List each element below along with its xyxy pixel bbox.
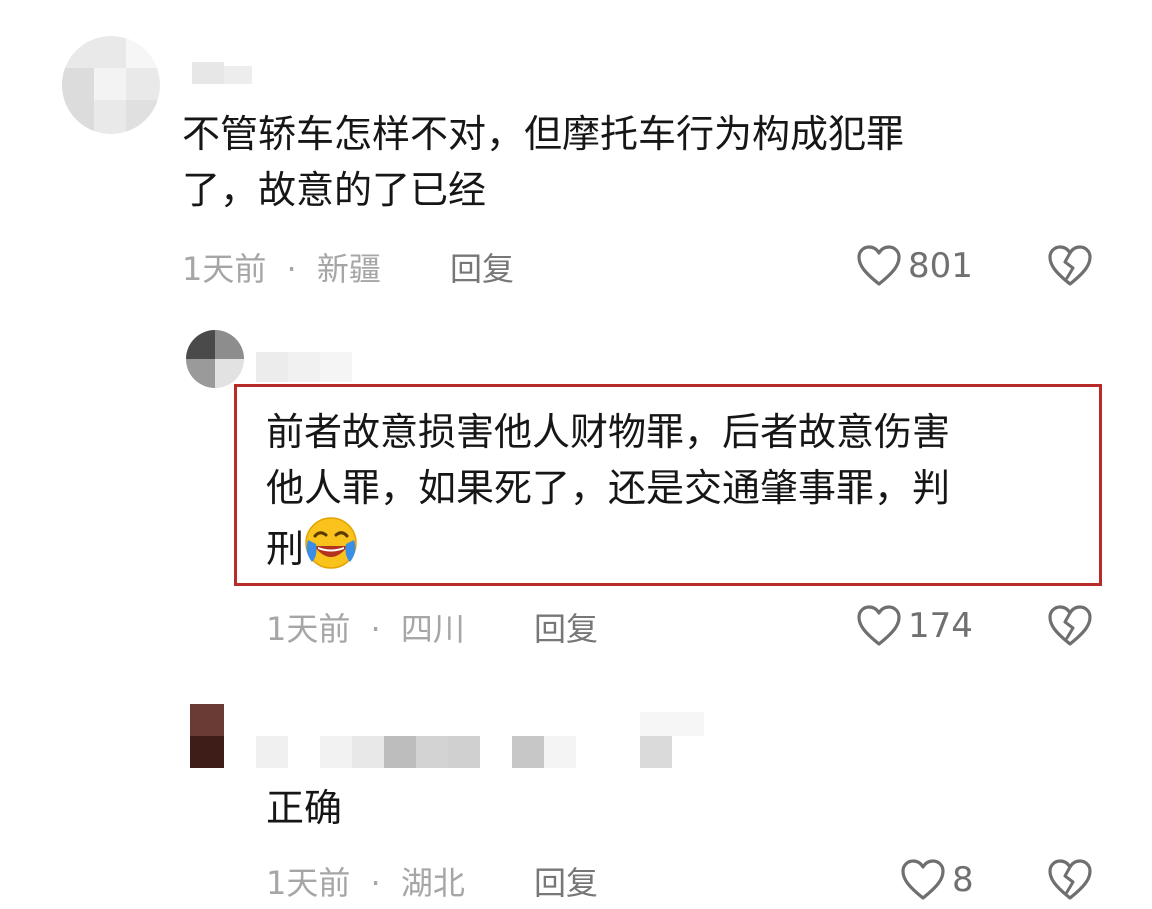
comment-text-line: 他人罪，如果死了，还是交通肇事罪，判 xyxy=(266,466,951,510)
broken-heart-icon xyxy=(1046,604,1094,648)
like-button[interactable]: 8 xyxy=(900,858,974,902)
avatar-blurred[interactable] xyxy=(190,704,224,768)
separator: · xyxy=(370,864,381,902)
comment-meta: 1天前 · 湖北 xyxy=(266,858,465,904)
comment-text-line: 前者故意损害他人财物罪，后者故意伤害 xyxy=(266,410,951,454)
comment-meta: 1天前 · 新疆 xyxy=(182,244,381,290)
username-blurred[interactable] xyxy=(256,352,352,382)
like-count: 174 xyxy=(908,606,973,646)
heart-outline-icon xyxy=(900,858,946,902)
comment-text-line: 不管轿车怎样不对，但摩托车行为构成犯罪 xyxy=(182,112,905,156)
location: 湖北 xyxy=(400,864,465,902)
reply-button[interactable]: 回复 xyxy=(534,604,598,650)
like-count: 8 xyxy=(952,860,974,900)
comment-text: 不管轿车怎样不对，但摩托车行为构成犯罪 了，故意的了已经 xyxy=(182,106,1082,218)
timestamp: 1天前 xyxy=(266,610,351,648)
comment-text-line: 了，故意的了已经 xyxy=(182,168,487,212)
reply-button[interactable]: 回复 xyxy=(450,244,514,290)
separator: · xyxy=(286,250,297,288)
dislike-button[interactable] xyxy=(1046,244,1094,288)
separator: · xyxy=(370,610,381,648)
location: 四川 xyxy=(400,610,465,648)
broken-heart-icon xyxy=(1046,244,1094,288)
username-blurred[interactable] xyxy=(192,62,256,84)
comment-text: 正确 xyxy=(266,786,343,830)
comment-text: 前者故意损害他人财物罪，后者故意伤害 他人罪，如果死了，还是交通肇事罪，判 刑 xyxy=(266,404,1086,577)
comment-text-fragment: 刑 xyxy=(266,527,305,571)
avatar-blurred[interactable] xyxy=(186,330,244,388)
like-count: 801 xyxy=(908,246,973,286)
comment-text-line-3: 刑 xyxy=(266,516,1086,577)
laughing-crying-emoji xyxy=(304,516,358,570)
location: 新疆 xyxy=(316,250,381,288)
timestamp: 1天前 xyxy=(266,864,351,902)
heart-outline-icon xyxy=(856,244,902,288)
comment-meta: 1天前 · 四川 xyxy=(266,604,465,650)
avatar-blurred[interactable] xyxy=(62,36,160,134)
like-button[interactable]: 801 xyxy=(856,244,973,288)
dislike-button[interactable] xyxy=(1046,604,1094,648)
heart-outline-icon xyxy=(856,604,902,648)
timestamp: 1天前 xyxy=(182,250,267,288)
reply-button[interactable]: 回复 xyxy=(534,858,598,904)
dislike-button[interactable] xyxy=(1046,858,1094,902)
username-blurred[interactable] xyxy=(256,712,726,768)
like-button[interactable]: 174 xyxy=(856,604,973,648)
broken-heart-icon xyxy=(1046,858,1094,902)
